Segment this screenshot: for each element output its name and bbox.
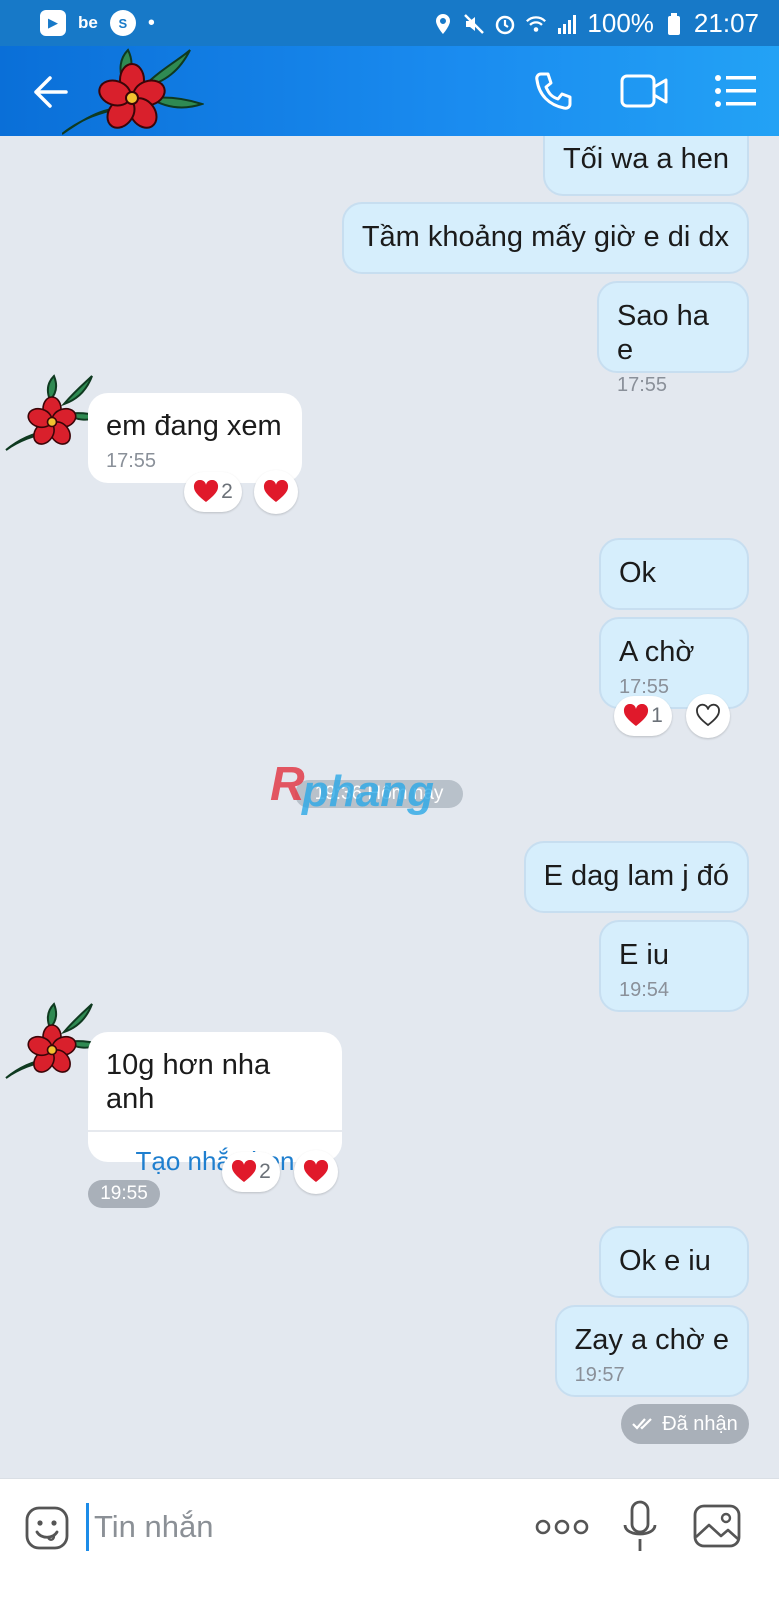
message-bubble-outgoing[interactable]: Sao ha e 17:55 [597,281,749,396]
battery-percent: 100% [587,8,654,38]
bubble-divider [88,1130,342,1132]
create-reminder-link[interactable]: Tạo nhắc hẹn [106,1144,324,1178]
wifi-icon [526,15,547,32]
emoji-icon[interactable] [24,1505,70,1551]
message-text: Ok e iu [619,1245,711,1277]
heart-icon [263,480,289,502]
message-bubble-outgoing[interactable]: Tầm khoảng mấy giờ e di dx [341,202,749,274]
heart-icon [303,1160,329,1182]
shazam-icon: S [109,10,136,36]
react-button[interactable] [686,694,730,738]
photo-icon[interactable] [692,1503,742,1549]
message-composer [0,1478,779,1601]
message-bubble-outgoing[interactable]: Tối wa a hen [542,136,749,196]
video-camera-icon[interactable] [620,72,668,110]
reaction-count: 2 [259,1160,271,1183]
rphang-watermark-logo: R phang [270,758,434,816]
play-icon: ▶ [40,10,66,36]
reaction-summary[interactable]: 2 [222,1152,280,1192]
react-button[interactable] [294,1150,338,1194]
message-bubble-incoming[interactable]: 10g hơn nha anh Tạo nhắc hẹn [88,1032,342,1176]
heart-icon [232,1160,257,1182]
message-time: 17:55 [617,374,668,396]
message-text: E iu [619,939,669,971]
clock: 21:07 [693,8,759,38]
notification-dot: • [147,12,155,34]
message-text: Tầm khoảng mấy giờ e di dx [361,221,729,253]
status-bar: ▶ be S • 100% 21:07 [0,0,779,46]
message-bubble-outgoing[interactable]: Ok [599,538,749,610]
message-bubble-outgoing[interactable]: Ok e iu [599,1226,749,1298]
be-app-icon: be [78,13,98,32]
text-cursor [86,1503,89,1551]
message-text: E dag lam j đó [543,860,729,892]
message-input[interactable] [94,1503,494,1551]
status-bar-system: 100% 21:07 [432,8,759,39]
location-icon [436,13,451,34]
alarm-icon [496,15,515,34]
reaction-summary[interactable]: 1 [614,696,672,736]
mute-icon [464,13,485,34]
heart-icon [624,704,649,726]
svg-text:R: R [270,758,305,811]
message-time: 17:55 [106,450,157,472]
status-bar-notifications: ▶ be S • [40,10,155,36]
delivery-status-badge: Đã nhận [621,1404,749,1444]
battery-icon [667,12,680,35]
reaction-summary[interactable]: 2 [184,472,242,512]
message-bubble-outgoing[interactable]: Zay a chờ e 19:57 [554,1305,749,1397]
heart-outline-icon [696,703,720,727]
list-menu-icon[interactable] [714,72,756,110]
message-bubble-outgoing[interactable]: E iu 19:54 [599,920,749,1012]
delivery-status-text: Đã nhận [662,1412,738,1435]
chat-header [0,46,779,136]
message-text: A chờ [619,636,695,668]
reaction-count: 2 [221,480,233,503]
message-text: 10g hơn nha anh [106,1049,271,1115]
message-time-pill: 19:55 [88,1180,160,1208]
phone-icon[interactable] [532,70,574,112]
message-time: 19:57 [574,1364,625,1386]
message-bubble-outgoing[interactable]: E dag lam j đó [523,841,749,913]
heart-icon [194,480,219,502]
microphone-icon[interactable] [620,1499,660,1555]
message-text: Tối wa a hen [562,143,729,175]
reaction-count: 1 [651,704,663,727]
message-text: em đang xem [106,410,282,442]
message-text: Zay a chờ e [574,1324,729,1356]
sender-avatar[interactable] [4,1002,100,1090]
double-check-icon [632,1418,652,1430]
sender-avatar[interactable] [4,374,100,462]
more-icon[interactable] [534,1515,590,1539]
message-bubble-incoming[interactable]: em đang xem 17:55 [88,393,302,483]
contact-avatar-flower[interactable] [62,48,204,136]
message-bubble-outgoing[interactable]: A chờ 17:55 [599,617,749,709]
message-text: Sao ha e [617,300,709,366]
signal-icon [558,14,577,34]
react-button[interactable] [254,470,298,514]
message-time: 19:54 [619,979,670,1001]
message-text: Ok [619,557,657,589]
svg-text:phang: phang [301,767,434,816]
